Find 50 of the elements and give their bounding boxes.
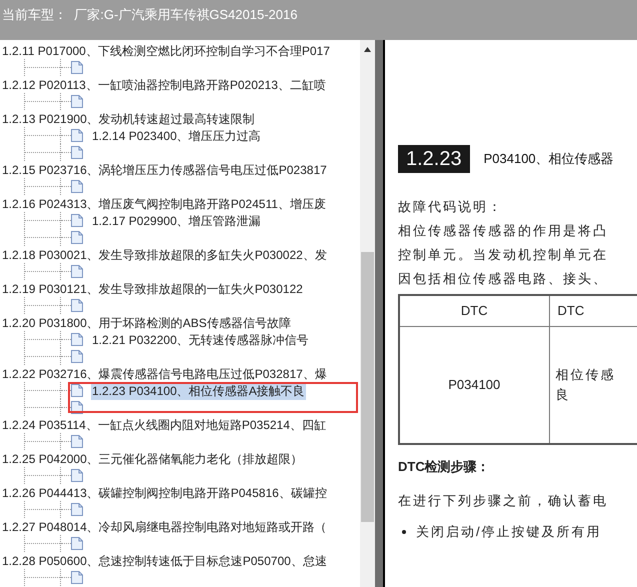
tree-item[interactable]: 1.2.18 P030021、发生导致排放超限的多缸失火P030022、发 <box>2 246 327 264</box>
document-icon <box>71 537 83 550</box>
scroll-up-icon[interactable] <box>364 47 371 52</box>
column-header: DTC <box>399 295 549 326</box>
window-title: 当前车型： 厂家:G-广汽乘用车传祺GS42015-2016 <box>2 7 298 22</box>
document-icon <box>71 350 83 363</box>
section-title: P034100、相位传感器 <box>484 150 614 168</box>
tree-item[interactable]: 1.2.28 P050600、怠速控制转速低于目标怠速P050700、怠速 <box>2 552 327 570</box>
bullet-icon <box>402 530 406 534</box>
tree-item[interactable]: 1.2.24 P035114、一缸点火线圈内阻对地短路P035214、四缸 <box>2 416 326 434</box>
description-text: 相位传感器传感器的作用是将凸 <box>398 222 609 240</box>
document-icon <box>71 129 83 142</box>
section-number: 1.2.23 <box>398 145 470 173</box>
document-icon <box>71 95 83 108</box>
tree-item[interactable]: 1.2.20 P031800、用于坏路检测的ABS传感器信号故障 <box>2 314 291 332</box>
document-icon <box>71 146 83 159</box>
scrollbar[interactable] <box>360 40 375 587</box>
document-icon <box>71 299 83 312</box>
document-icon <box>71 180 83 193</box>
tree-item[interactable]: 1.2.12 P020113、一缸喷油器控制电路开路P020213、二缸喷 <box>2 76 326 94</box>
document-icon <box>71 469 83 482</box>
tree-item[interactable]: 1.2.26 P044413、碳罐控制阀控制电路开路P045816、碳罐控 <box>2 484 327 502</box>
document-icon <box>71 384 83 397</box>
document-icon <box>71 571 83 584</box>
document-icon <box>71 265 83 278</box>
description-text: 因包括相位传感器电路、接头、 <box>398 270 609 288</box>
bullet-text: 关闭启动/停止按键及所有用 <box>416 523 602 541</box>
table-cell-text: 相位传感良 <box>556 366 616 404</box>
document-icon <box>71 435 83 448</box>
document-icon <box>71 61 83 74</box>
scrollbar-thumb[interactable] <box>361 252 374 522</box>
tree-item[interactable]: 1.2.16 P024313、增压废气阀控制电路开路P024511、增压废 <box>2 194 326 212</box>
document-icon <box>71 333 83 346</box>
description-heading: 故障代码说明： <box>398 198 504 216</box>
steps-intro: 在进行下列步骤之前，确认蓄电 <box>398 492 609 510</box>
tree-item[interactable]: 1.2.21 P032200、无转速传感器脉冲信号 <box>91 330 310 348</box>
tree-item[interactable]: 1.2.19 P030121、发生导致排放超限的一缸失火P030122 <box>2 280 303 298</box>
tree-item[interactable]: 1.2.25 P042000、三元催化器储氧能力老化（排放超限） <box>2 450 303 468</box>
tree-item[interactable]: 1.2.13 P021900、发动机转速超过最高转速限制 <box>2 110 255 128</box>
tree-item[interactable]: 1.2.27 P048014、冷却风扇继电器控制电路对地短路或开路（ <box>2 518 327 536</box>
tree-item[interactable]: 1.2.15 P023716、涡轮增压压力传感器信号电压过低P023817 <box>2 160 327 178</box>
steps-heading: DTC检测步骤： <box>398 458 491 476</box>
tree-item[interactable]: 1.2.11 P017000、下线检测空燃比闭环控制自学习不合理P017 <box>2 42 330 60</box>
description-text: 控制单元。当发动机控制单元在 <box>398 246 609 264</box>
document-icon <box>71 214 83 227</box>
tree-item[interactable]: 1.2.22 P032716、爆震传感器信号电路电压过低P032817、爆 <box>2 364 327 382</box>
document-icon <box>71 503 83 516</box>
document-icon <box>71 231 83 244</box>
tree-item[interactable]: 1.2.17 P029900、增压管路泄漏 <box>91 212 262 230</box>
tree-item[interactable]: 1.2.14 P023400、增压压力过高 <box>91 126 262 144</box>
